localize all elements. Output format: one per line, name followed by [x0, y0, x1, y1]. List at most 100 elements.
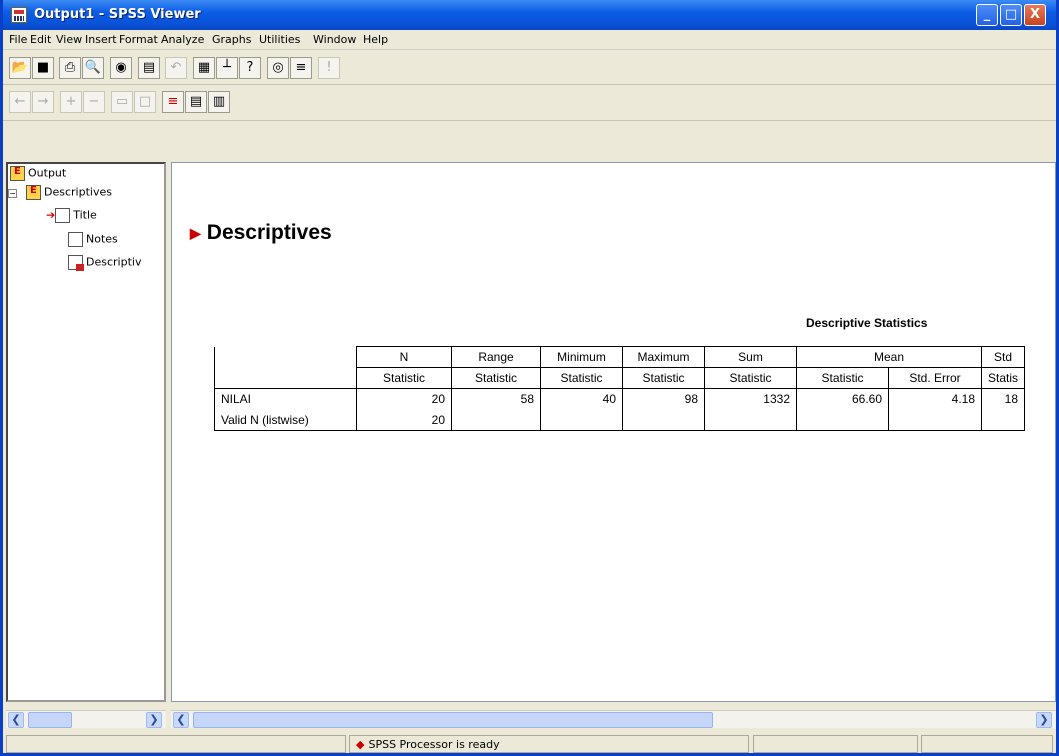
menu-format[interactable]: Format	[119, 33, 158, 46]
menu-file[interactable]: File	[9, 33, 27, 46]
save-icon[interactable]: ■	[32, 57, 54, 79]
menu-insert[interactable]: Insert	[85, 33, 117, 46]
table-header-cell: Maximum	[622, 346, 705, 368]
tree-node-notes[interactable]: Notes	[68, 232, 118, 247]
outline-book-icon	[10, 166, 25, 181]
output-heading[interactable]: ▶ Descriptives	[190, 221, 332, 245]
table-header-cell: Range	[451, 346, 541, 368]
table-cell: 40	[540, 388, 623, 410]
table-row-label: Valid N (listwise)	[214, 409, 357, 431]
table-cell: 66.60	[796, 388, 889, 410]
menu-view[interactable]: View	[56, 33, 82, 46]
spss-app-icon	[11, 7, 27, 23]
status-cell-2	[753, 735, 918, 753]
table-header-row: N Range Minimum Maximum Sum Mean Std	[214, 346, 1026, 368]
table-cell: 20	[356, 388, 452, 410]
show-icon[interactable]: ▭	[111, 91, 133, 113]
tree-node-title[interactable]: ➔ Title	[46, 208, 97, 223]
demote-icon[interactable]: →	[32, 91, 54, 113]
content-pane[interactable]: ▶ Descriptives Descriptive Statistics N R…	[171, 162, 1056, 702]
table-subheader-cell: Statistic	[622, 367, 705, 389]
minimize-button[interactable]: _	[976, 4, 998, 26]
outline-hscrollbar[interactable]: ❮ ❯	[6, 710, 166, 728]
insert-heading-icon[interactable]: ≡	[162, 91, 184, 113]
menu-utilities[interactable]: Utilities	[259, 33, 300, 46]
table-row: NILAI 20 58 40 98 1332 66.60 4.18 18	[214, 388, 1026, 410]
outline-pane[interactable]: Output − Descriptives ➔ Title Notes Descr…	[6, 162, 166, 702]
menu-window[interactable]: Window	[313, 33, 356, 46]
print-preview-icon[interactable]: 🔍	[82, 57, 104, 79]
pivot-table-icon	[68, 255, 84, 271]
goto-case-icon[interactable]: ┴	[216, 57, 238, 79]
notes-item-icon	[68, 232, 83, 247]
table-cell	[980, 409, 1026, 431]
output-heading-text: Descriptives	[206, 221, 332, 244]
table-subheader-cell: Statistic	[356, 367, 452, 389]
table-row: Valid N (listwise) 20	[214, 409, 1026, 431]
menu-analyze[interactable]: Analyze	[161, 33, 204, 46]
maximize-button[interactable]: □	[1000, 4, 1022, 26]
outline-book-icon	[26, 185, 41, 200]
promote-icon[interactable]: ←	[9, 91, 31, 113]
insert-text-icon[interactable]: ▥	[208, 91, 230, 113]
expand-icon[interactable]: +	[60, 91, 82, 113]
hide-icon[interactable]: □	[134, 91, 156, 113]
tree-node-output-label: Output	[28, 166, 67, 180]
goto-data-icon[interactable]: ▦	[193, 57, 215, 79]
table-corner-cell	[214, 346, 357, 368]
dialog-recall-icon[interactable]: ▤	[138, 57, 160, 79]
table-cell	[796, 409, 889, 431]
descriptive-statistics-table[interactable]: N Range Minimum Maximum Sum Mean Std Sta…	[214, 346, 1026, 431]
outline-scroll-thumb[interactable]	[28, 712, 72, 728]
collapse-icon[interactable]: −	[83, 91, 105, 113]
menu-edit[interactable]: Edit	[30, 33, 51, 46]
table-subheader-cell	[214, 367, 357, 389]
menu-graphs[interactable]: Graphs	[212, 33, 251, 46]
tree-node-descriptives[interactable]: Descriptives	[26, 185, 112, 200]
insert-title-icon[interactable]: ▤	[185, 91, 207, 113]
table-cell: 1332	[704, 388, 797, 410]
status-cell-3	[921, 735, 1053, 753]
scroll-left-icon[interactable]: ❮	[8, 712, 24, 728]
scroll-left-icon[interactable]: ❮	[173, 712, 189, 728]
print-icon[interactable]: ⎙	[59, 57, 81, 79]
pivot-table-title: Descriptive Statistics	[806, 316, 928, 330]
table-cell: 98	[622, 388, 705, 410]
content-scroll-thumb[interactable]	[193, 712, 713, 728]
table-header-cell: N	[356, 346, 452, 368]
main-toolbar: 📂 ■ ⎙ 🔍 ◉ ▤ ↶ ▦ ┴ ? ◎ ≡ !	[3, 51, 1056, 85]
table-subheader-cell: Statistic	[796, 367, 889, 389]
scroll-right-icon[interactable]: ❯	[1036, 712, 1052, 728]
table-subheader-cell: Statistic	[704, 367, 797, 389]
tree-node-descriptives-table[interactable]: Descriptiv	[68, 255, 141, 271]
table-header-cell: Std	[980, 346, 1026, 368]
table-cell	[451, 409, 541, 431]
tree-node-title-label: Title	[73, 208, 97, 222]
spss-viewer-window: Output1 - SPSS Viewer _ □ X File Edit Vi…	[0, 0, 1059, 756]
scroll-right-icon[interactable]: ❯	[146, 712, 162, 728]
menu-help[interactable]: Help	[363, 33, 388, 46]
content-hscrollbar[interactable]: ❮ ❯	[171, 710, 1056, 728]
insert-cases-icon[interactable]: ≡	[290, 57, 312, 79]
title-bar[interactable]: Output1 - SPSS Viewer _ □ X	[3, 0, 1056, 30]
use-sets-icon[interactable]: ◎	[267, 57, 289, 79]
tree-node-output[interactable]: Output	[10, 166, 66, 181]
table-row-label: NILAI	[214, 388, 357, 410]
undo-icon[interactable]: ↶	[165, 57, 187, 79]
heading-marker-icon: ▶	[190, 224, 201, 241]
tree-collapse-toggle[interactable]: −	[8, 189, 17, 198]
table-header-cell: Minimum	[540, 346, 623, 368]
table-subheader-cell: Statis	[980, 367, 1026, 389]
tree-node-notes-label: Notes	[86, 232, 118, 246]
variables-icon[interactable]: ?	[239, 57, 261, 79]
processor-status-icon: ◆	[356, 738, 365, 751]
open-icon[interactable]: 📂	[9, 57, 31, 79]
close-button[interactable]: X	[1024, 4, 1046, 26]
run-icon[interactable]: !	[318, 57, 340, 79]
table-cell	[888, 409, 982, 431]
table-cell	[540, 409, 623, 431]
export-icon[interactable]: ◉	[110, 57, 132, 79]
table-subheader-cell: Statistic	[540, 367, 623, 389]
outline-toolbar: ← → + − ▭ □ ≡ ▤ ▥	[3, 85, 1056, 121]
table-cell	[704, 409, 797, 431]
